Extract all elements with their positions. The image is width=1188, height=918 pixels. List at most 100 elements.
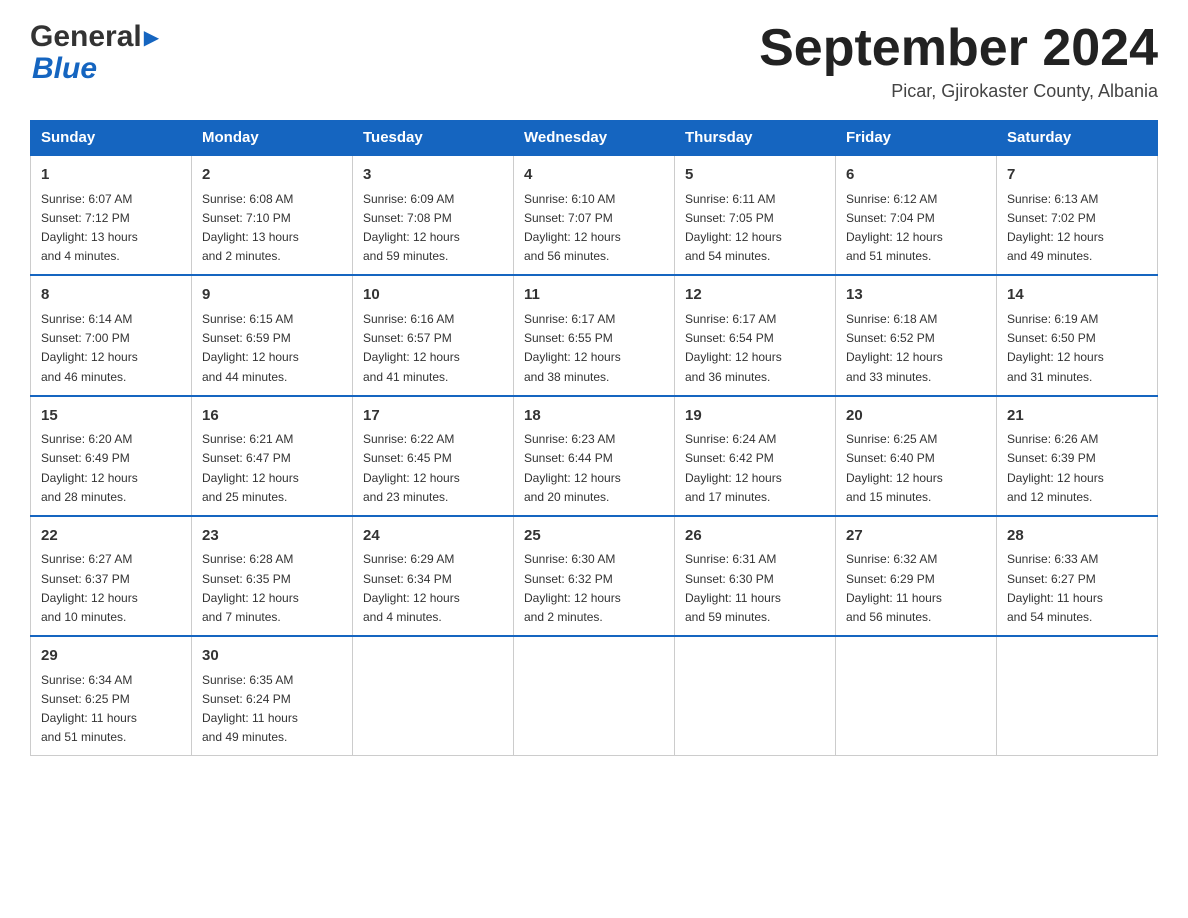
day-info: Sunrise: 6:13 AMSunset: 7:02 PMDaylight:… — [1007, 190, 1147, 267]
day-info: Sunrise: 6:07 AMSunset: 7:12 PMDaylight:… — [41, 190, 181, 267]
calendar-cell: 26Sunrise: 6:31 AMSunset: 6:30 PMDayligh… — [675, 516, 836, 636]
day-number: 24 — [363, 525, 503, 548]
calendar-cell: 4 Sunrise: 6:10 AMSunset: 7:07 PMDaylight… — [514, 155, 675, 275]
subtitle: Picar, Gjirokaster County, Albania — [759, 81, 1158, 102]
calendar-cell: 13 Sunrise: 6:18 AMSunset: 6:52 PMDayligh… — [836, 275, 997, 395]
calendar-cell: 24Sunrise: 6:29 AMSunset: 6:34 PMDayligh… — [353, 516, 514, 636]
calendar-cell — [836, 636, 997, 756]
day-number: 9 — [202, 284, 342, 307]
day-number: 27 — [846, 525, 986, 548]
day-number: 8 — [41, 284, 181, 307]
month-title: September 2024 — [759, 20, 1158, 77]
calendar-cell: 19Sunrise: 6:24 AMSunset: 6:42 PMDayligh… — [675, 396, 836, 516]
day-info: Sunrise: 6:33 AMSunset: 6:27 PMDaylight:… — [1007, 550, 1147, 627]
day-info: Sunrise: 6:18 AMSunset: 6:52 PMDaylight:… — [846, 310, 986, 387]
logo-general-text: General — [30, 20, 142, 54]
calendar-cell: 18Sunrise: 6:23 AMSunset: 6:44 PMDayligh… — [514, 396, 675, 516]
day-info: Sunrise: 6:08 AMSunset: 7:10 PMDaylight:… — [202, 190, 342, 267]
day-info: Sunrise: 6:34 AMSunset: 6:25 PMDaylight:… — [41, 671, 181, 748]
day-number: 5 — [685, 164, 825, 187]
day-number: 11 — [524, 284, 664, 307]
calendar-cell: 9 Sunrise: 6:15 AMSunset: 6:59 PMDaylight… — [192, 275, 353, 395]
calendar-cell: 6 Sunrise: 6:12 AMSunset: 7:04 PMDaylight… — [836, 155, 997, 275]
day-header-friday: Friday — [836, 121, 997, 156]
calendar-cell: 20Sunrise: 6:25 AMSunset: 6:40 PMDayligh… — [836, 396, 997, 516]
calendar-cell: 28Sunrise: 6:33 AMSunset: 6:27 PMDayligh… — [997, 516, 1158, 636]
day-header-wednesday: Wednesday — [514, 121, 675, 156]
day-info: Sunrise: 6:17 AMSunset: 6:54 PMDaylight:… — [685, 310, 825, 387]
title-block: September 2024 Picar, Gjirokaster County… — [759, 20, 1158, 102]
day-number: 29 — [41, 645, 181, 668]
day-number: 7 — [1007, 164, 1147, 187]
calendar-cell: 22Sunrise: 6:27 AMSunset: 6:37 PMDayligh… — [31, 516, 192, 636]
day-number: 23 — [202, 525, 342, 548]
calendar-cell: 16Sunrise: 6:21 AMSunset: 6:47 PMDayligh… — [192, 396, 353, 516]
calendar-cell: 27Sunrise: 6:32 AMSunset: 6:29 PMDayligh… — [836, 516, 997, 636]
day-info: Sunrise: 6:19 AMSunset: 6:50 PMDaylight:… — [1007, 310, 1147, 387]
day-number: 6 — [846, 164, 986, 187]
day-info: Sunrise: 6:29 AMSunset: 6:34 PMDaylight:… — [363, 550, 503, 627]
day-number: 4 — [524, 164, 664, 187]
week-row-5: 29 Sunrise: 6:34 AMSunset: 6:25 PMDayligh… — [31, 636, 1158, 756]
day-info: Sunrise: 6:12 AMSunset: 7:04 PMDaylight:… — [846, 190, 986, 267]
calendar-cell — [997, 636, 1158, 756]
day-number: 16 — [202, 405, 342, 428]
day-info: Sunrise: 6:10 AMSunset: 7:07 PMDaylight:… — [524, 190, 664, 267]
calendar-cell: 7 Sunrise: 6:13 AMSunset: 7:02 PMDaylight… — [997, 155, 1158, 275]
calendar-table: SundayMondayTuesdayWednesdayThursdayFrid… — [30, 120, 1158, 756]
day-number: 21 — [1007, 405, 1147, 428]
logo: General ▶ Blue — [30, 20, 159, 84]
day-info: Sunrise: 6:31 AMSunset: 6:30 PMDaylight:… — [685, 550, 825, 627]
day-info: Sunrise: 6:14 AMSunset: 7:00 PMDaylight:… — [41, 310, 181, 387]
calendar-cell — [514, 636, 675, 756]
calendar-cell: 29 Sunrise: 6:34 AMSunset: 6:25 PMDayligh… — [31, 636, 192, 756]
calendar-cell: 15Sunrise: 6:20 AMSunset: 6:49 PMDayligh… — [31, 396, 192, 516]
week-row-4: 22Sunrise: 6:27 AMSunset: 6:37 PMDayligh… — [31, 516, 1158, 636]
day-number: 15 — [41, 405, 181, 428]
day-number: 17 — [363, 405, 503, 428]
day-number: 1 — [41, 164, 181, 187]
calendar-cell: 30 Sunrise: 6:35 AMSunset: 6:24 PMDayligh… — [192, 636, 353, 756]
day-number: 10 — [363, 284, 503, 307]
calendar-cell: 11Sunrise: 6:17 AMSunset: 6:55 PMDayligh… — [514, 275, 675, 395]
calendar-cell: 14 Sunrise: 6:19 AMSunset: 6:50 PMDayligh… — [997, 275, 1158, 395]
day-number: 30 — [202, 645, 342, 668]
day-info: Sunrise: 6:26 AMSunset: 6:39 PMDaylight:… — [1007, 430, 1147, 507]
day-number: 14 — [1007, 284, 1147, 307]
day-info: Sunrise: 6:25 AMSunset: 6:40 PMDaylight:… — [846, 430, 986, 507]
day-number: 18 — [524, 405, 664, 428]
day-info: Sunrise: 6:35 AMSunset: 6:24 PMDaylight:… — [202, 671, 342, 748]
day-header-monday: Monday — [192, 121, 353, 156]
week-row-3: 15Sunrise: 6:20 AMSunset: 6:49 PMDayligh… — [31, 396, 1158, 516]
calendar-cell: 17Sunrise: 6:22 AMSunset: 6:45 PMDayligh… — [353, 396, 514, 516]
day-info: Sunrise: 6:23 AMSunset: 6:44 PMDaylight:… — [524, 430, 664, 507]
day-info: Sunrise: 6:16 AMSunset: 6:57 PMDaylight:… — [363, 310, 503, 387]
day-info: Sunrise: 6:09 AMSunset: 7:08 PMDaylight:… — [363, 190, 503, 267]
day-number: 12 — [685, 284, 825, 307]
calendar-cell: 3Sunrise: 6:09 AMSunset: 7:08 PMDaylight… — [353, 155, 514, 275]
logo-blue-text: Blue — [32, 54, 97, 84]
day-number: 22 — [41, 525, 181, 548]
calendar-cell: 1 Sunrise: 6:07 AMSunset: 7:12 PMDaylight… — [31, 155, 192, 275]
day-number: 2 — [202, 164, 342, 187]
calendar-body: 1 Sunrise: 6:07 AMSunset: 7:12 PMDaylight… — [31, 155, 1158, 756]
logo-separator: ▶ — [144, 25, 159, 50]
day-info: Sunrise: 6:30 AMSunset: 6:32 PMDaylight:… — [524, 550, 664, 627]
week-row-2: 8 Sunrise: 6:14 AMSunset: 7:00 PMDaylight… — [31, 275, 1158, 395]
calendar-cell: 25Sunrise: 6:30 AMSunset: 6:32 PMDayligh… — [514, 516, 675, 636]
calendar-cell: 10 Sunrise: 6:16 AMSunset: 6:57 PMDayligh… — [353, 275, 514, 395]
day-number: 25 — [524, 525, 664, 548]
day-info: Sunrise: 6:20 AMSunset: 6:49 PMDaylight:… — [41, 430, 181, 507]
day-info: Sunrise: 6:15 AMSunset: 6:59 PMDaylight:… — [202, 310, 342, 387]
day-number: 13 — [846, 284, 986, 307]
day-number: 26 — [685, 525, 825, 548]
week-row-1: 1 Sunrise: 6:07 AMSunset: 7:12 PMDaylight… — [31, 155, 1158, 275]
day-info: Sunrise: 6:24 AMSunset: 6:42 PMDaylight:… — [685, 430, 825, 507]
day-header-sunday: Sunday — [31, 121, 192, 156]
day-number: 28 — [1007, 525, 1147, 548]
day-info: Sunrise: 6:21 AMSunset: 6:47 PMDaylight:… — [202, 430, 342, 507]
page-header: General ▶ Blue September 2024 Picar, Gji… — [30, 20, 1158, 102]
day-header-thursday: Thursday — [675, 121, 836, 156]
day-info: Sunrise: 6:22 AMSunset: 6:45 PMDaylight:… — [363, 430, 503, 507]
day-info: Sunrise: 6:32 AMSunset: 6:29 PMDaylight:… — [846, 550, 986, 627]
